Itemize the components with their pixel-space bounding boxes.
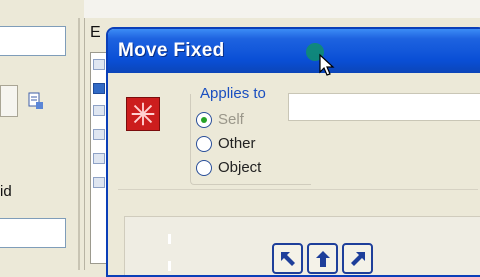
background-bottom-field[interactable] xyxy=(0,218,66,248)
list-item[interactable] xyxy=(93,59,105,70)
edit-sprite-icon[interactable] xyxy=(28,92,44,110)
list-item[interactable] xyxy=(93,177,105,188)
dialog-title: Move Fixed xyxy=(118,40,225,61)
list-item[interactable] xyxy=(93,83,105,94)
background-preview-box xyxy=(0,85,18,117)
up-left-button[interactable] xyxy=(272,243,303,274)
background-name-field[interactable] xyxy=(0,26,66,56)
mouse-cursor-icon xyxy=(319,53,335,76)
top-field xyxy=(288,93,480,121)
move-fixed-dialog: Move Fixed Applies to Self Other Object xyxy=(106,27,480,277)
up-right-button[interactable] xyxy=(342,243,373,274)
radio-self-circle[interactable] xyxy=(196,112,212,128)
list-item[interactable] xyxy=(93,153,105,164)
radio-object-circle[interactable] xyxy=(196,160,212,176)
dialog-title-bar[interactable]: Move Fixed xyxy=(108,29,480,76)
background-field-label: id xyxy=(0,183,12,200)
events-panel-title: E xyxy=(90,24,101,41)
up-right-arrow-icon xyxy=(351,252,365,266)
list-item[interactable] xyxy=(93,129,105,140)
radio-object-label: Object xyxy=(218,159,262,176)
radio-other-label: Other xyxy=(218,135,256,152)
tick-mark xyxy=(168,234,171,244)
up-left-arrow-icon xyxy=(281,252,295,266)
dialog-separator xyxy=(118,189,478,190)
radio-other-circle[interactable] xyxy=(196,136,212,152)
radio-self-label: Self xyxy=(218,111,244,128)
applies-to-label: Applies to xyxy=(200,85,266,102)
up-button[interactable] xyxy=(307,243,338,274)
list-item[interactable] xyxy=(93,105,105,116)
background-divider xyxy=(78,18,80,270)
action-sprite-icon xyxy=(126,97,160,131)
up-arrow-icon xyxy=(316,251,330,267)
